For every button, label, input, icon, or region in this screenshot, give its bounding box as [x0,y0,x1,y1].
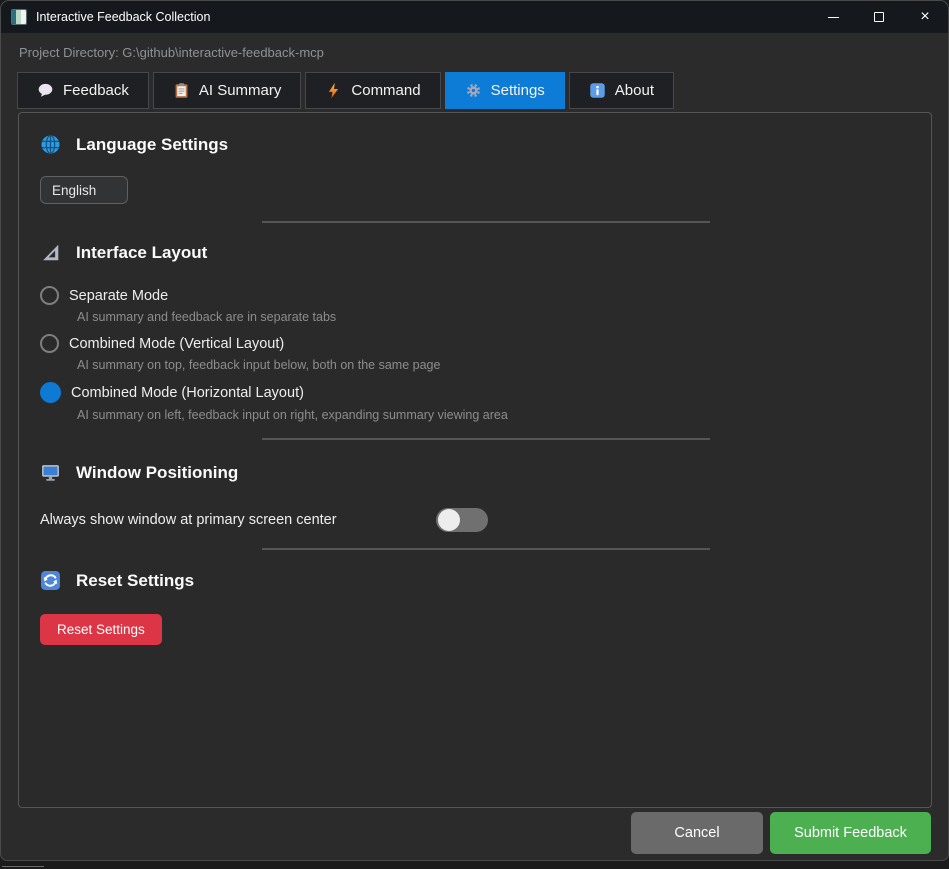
project-directory: Project Directory: G:\github\interactive… [1,33,948,72]
radio-description: AI summary on top, feedback input below,… [77,358,931,372]
monitor-icon [40,462,61,483]
maximize-button[interactable] [856,1,902,33]
tab-label: Command [351,82,420,99]
section-title-layout: Interface Layout [76,243,207,263]
tab-about[interactable]: About [569,72,674,109]
reset-icon [40,570,61,591]
radio-separate-mode[interactable] [40,286,59,305]
center-window-setting-row: Always show window at primary screen cen… [40,508,488,532]
minimize-button[interactable] [810,1,856,33]
toggle-knob [438,509,460,531]
clipboard-icon [173,82,190,99]
close-icon: × [920,9,929,25]
toggle-label: Always show window at primary screen cen… [40,512,337,528]
window-title: Interactive Feedback Collection [36,10,210,24]
radio-label: Combined Mode (Horizontal Layout) [71,385,304,401]
tab-ai-summary[interactable]: AI Summary [153,72,302,109]
layout-option-horizontal: Combined Mode (Horizontal Layout) [40,382,931,403]
maximize-icon [874,12,884,22]
minimize-icon [828,17,839,18]
app-window: Interactive Feedback Collection × Projec… [0,0,949,861]
divider [262,438,710,440]
globe-icon [40,134,61,155]
speech-bubble-icon [37,82,54,99]
section-title-window-positioning: Window Positioning [76,463,238,483]
lightning-icon [325,82,342,99]
window-positioning-section-header: Window Positioning [40,462,931,483]
language-select[interactable]: English [40,176,128,204]
tab-feedback[interactable]: Feedback [17,72,149,109]
tab-label: Settings [491,82,545,99]
settings-panel: Language Settings English Interface Layo… [18,112,932,808]
radio-combined-vertical[interactable] [40,334,59,353]
background-artifact [2,862,44,867]
radio-label: Separate Mode [69,288,168,304]
reset-settings-button[interactable]: Reset Settings [40,614,162,645]
screen: Interactive Feedback Collection × Projec… [0,0,949,869]
language-selected-value: English [52,183,96,198]
info-icon [589,82,606,99]
language-settings-section-header: Language Settings [40,134,931,155]
submit-feedback-button[interactable]: Submit Feedback [770,812,931,854]
layout-option-vertical: Combined Mode (Vertical Layout) [40,334,931,353]
cancel-button[interactable]: Cancel [631,812,763,854]
tab-command[interactable]: Command [305,72,440,109]
tab-label: Feedback [63,82,129,99]
tab-label: About [615,82,654,99]
reset-settings-section-header: Reset Settings [40,570,931,591]
radio-label: Combined Mode (Vertical Layout) [69,336,284,352]
divider [262,221,710,223]
section-title-language: Language Settings [76,135,228,155]
section-title-reset: Reset Settings [76,571,194,591]
titlebar[interactable]: Interactive Feedback Collection × [1,1,948,33]
divider [262,548,710,550]
tab-label: AI Summary [199,82,282,99]
radio-description: AI summary on left, feedback input on ri… [77,408,931,422]
radio-combined-horizontal[interactable] [40,382,61,403]
window-controls: × [810,1,948,33]
app-icon [11,9,27,25]
gear-icon [465,82,482,99]
interface-layout-section-header: Interface Layout [40,242,931,263]
triangle-ruler-icon [40,242,61,263]
tab-bar: Feedback AI Summary [1,72,948,113]
close-button[interactable]: × [902,1,948,33]
footer: Cancel Submit Feedback [1,806,948,860]
radio-description: AI summary and feedback are in separate … [77,310,931,324]
tab-settings[interactable]: Settings [445,72,565,109]
center-window-toggle[interactable] [436,508,488,532]
layout-option-separate: Separate Mode [40,286,931,305]
